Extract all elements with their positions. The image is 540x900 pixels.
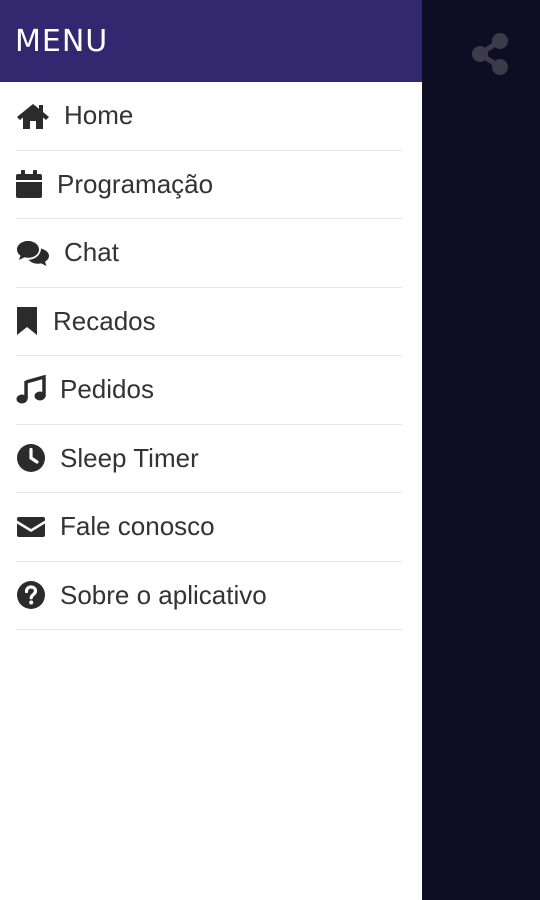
menu-item-label: Programação: [57, 168, 214, 199]
chat-icon: [16, 237, 64, 269]
menu-item-label: Chat: [64, 237, 119, 268]
navigation-drawer: MENU Home Programação Chat Recados Pedid…: [0, 0, 422, 900]
menu-title: MENU: [15, 23, 109, 59]
menu-item-fale-conosco[interactable]: Fale conosco: [16, 493, 402, 562]
help-icon: [16, 579, 60, 611]
menu-item-home[interactable]: Home: [16, 82, 402, 151]
menu-item-label: Sleep Timer: [60, 442, 199, 473]
menu-item-label: Fale conosco: [60, 511, 215, 542]
menu-item-sobre[interactable]: Sobre o aplicativo: [16, 562, 402, 630]
menu-item-recados[interactable]: Recados: [16, 288, 402, 356]
home-icon: [16, 100, 64, 132]
calendar-icon: [16, 168, 57, 200]
drawer-header: MENU: [0, 0, 422, 82]
bookmark-icon: [16, 305, 53, 337]
menu-item-label: Recados: [53, 305, 156, 336]
share-button[interactable]: [462, 26, 518, 82]
menu-item-programacao[interactable]: Programação: [16, 151, 402, 219]
menu-item-sleep-timer[interactable]: Sleep Timer: [16, 425, 402, 493]
clock-icon: [16, 442, 60, 474]
menu-item-label: Home: [64, 100, 134, 131]
menu-item-pedidos[interactable]: Pedidos: [16, 356, 402, 425]
envelope-icon: [16, 511, 60, 543]
share-icon: [472, 33, 508, 75]
menu-item-label: Pedidos: [60, 374, 154, 405]
menu-item-label: Sobre o aplicativo: [60, 579, 267, 610]
music-note-icon: [16, 374, 60, 406]
menu-item-chat[interactable]: Chat: [16, 219, 402, 288]
menu-list: Home Programação Chat Recados Pedidos Sl…: [0, 82, 422, 630]
